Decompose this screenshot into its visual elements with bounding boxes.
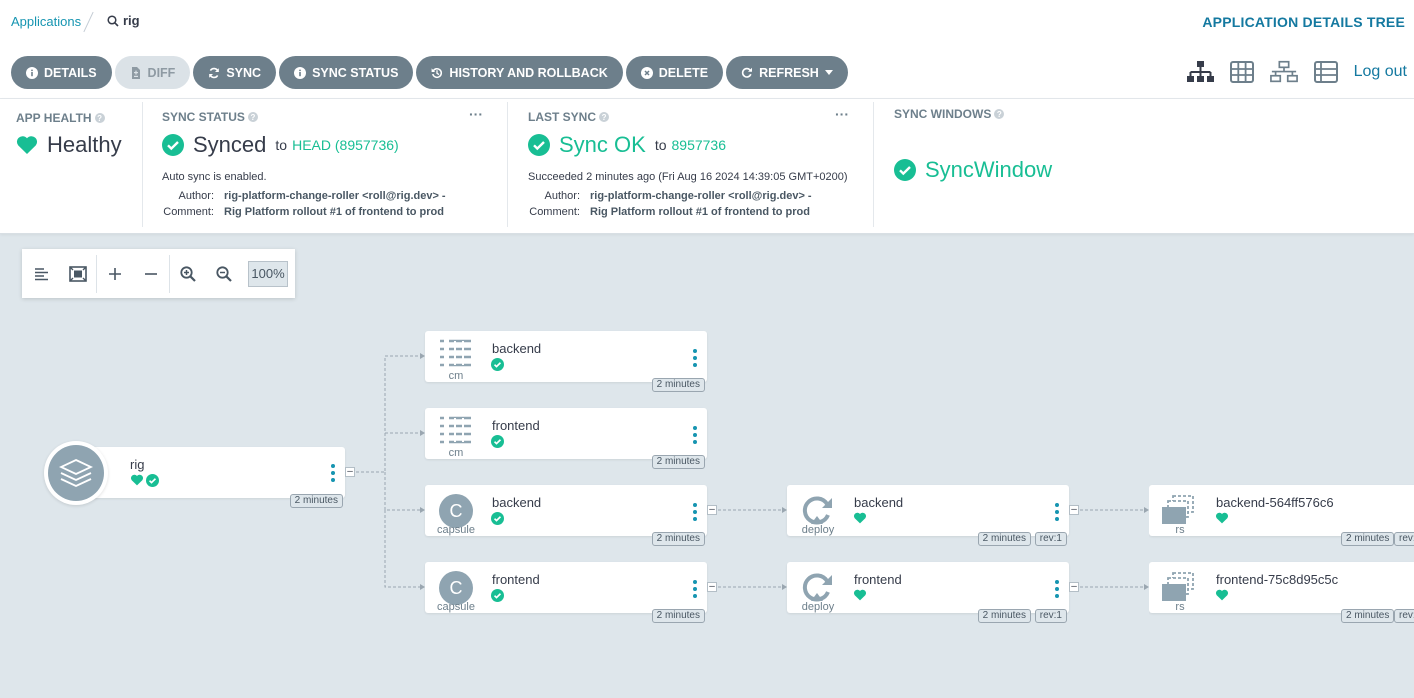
node-status-icons — [853, 512, 867, 524]
node-menu-icon[interactable] — [693, 503, 697, 524]
age-badge: 2 minutes — [977, 532, 1031, 546]
heart-icon — [853, 589, 867, 601]
application-icon — [44, 441, 108, 505]
configmap-icon — [439, 339, 473, 372]
revision-badge: rev:1 — [1394, 609, 1414, 623]
revision-badge: rev:1 — [1034, 609, 1067, 623]
node-status-icons — [491, 435, 504, 448]
node-rs-backend[interactable]: rs backend-564ff576c6 2 minutes rev:1 — [1149, 485, 1414, 546]
heart-icon — [130, 474, 144, 486]
node-status-icons — [491, 589, 504, 602]
node-name: backend-564ff576c6 — [1216, 495, 1334, 510]
age-badge: 2 minutes — [651, 532, 705, 546]
collapse-toggle[interactable]: – — [707, 582, 717, 592]
capsule-icon: C — [439, 571, 473, 605]
node-name: frontend — [492, 418, 540, 433]
age-badge: 2 minutes — [1341, 532, 1395, 546]
node-status-icons — [130, 474, 159, 487]
capsule-icon: C — [439, 494, 473, 528]
node-kind: deploy — [801, 601, 835, 613]
rs-node-clip: rs backend-564ff576c6 2 minutes rev:1 rs… — [1149, 480, 1414, 630]
node-name: frontend — [492, 572, 540, 587]
node-menu-icon[interactable] — [1055, 503, 1059, 524]
collapse-toggle[interactable]: – — [1069, 582, 1079, 592]
node-capsule-frontend[interactable]: C capsule frontend 2 minutes — [425, 562, 707, 623]
age-badge: 2 minutes — [1341, 609, 1395, 623]
age-badge: 2 minutes — [289, 494, 343, 508]
age-badge: 2 minutes — [651, 455, 705, 469]
node-menu-icon[interactable] — [331, 464, 335, 485]
node-kind: deploy — [801, 524, 835, 536]
node-cm-backend[interactable]: cm backend 2 minutes — [425, 331, 707, 392]
heart-icon — [1215, 589, 1229, 601]
node-name: backend — [854, 495, 904, 510]
node-status-icons — [1215, 512, 1229, 524]
heart-icon — [853, 512, 867, 524]
node-cm-frontend[interactable]: cm frontend 2 minutes — [425, 408, 707, 469]
node-kind: capsule — [437, 524, 475, 536]
node-name: frontend-75c8d95c5c — [1216, 572, 1339, 587]
revision-badge: rev:1 — [1394, 532, 1414, 546]
check-circle-icon — [491, 358, 504, 371]
configmap-icon — [439, 416, 473, 449]
check-circle-icon — [146, 474, 159, 487]
node-menu-icon[interactable] — [693, 349, 697, 370]
age-badge: 2 minutes — [651, 609, 705, 623]
node-deploy-backend[interactable]: deploy backend 2 minutes rev:1 — [787, 485, 1069, 546]
revision-badge: rev:1 — [1034, 532, 1067, 546]
node-name: frontend — [854, 572, 902, 587]
node-kind: rs — [1175, 601, 1185, 613]
node-capsule-backend[interactable]: C capsule backend 2 minutes — [425, 485, 707, 546]
node-kind: capsule — [437, 601, 475, 613]
age-badge: 2 minutes — [651, 378, 705, 392]
node-kind: cm — [448, 447, 464, 459]
check-circle-icon — [491, 512, 504, 525]
node-name: backend — [492, 495, 542, 510]
node-menu-icon[interactable] — [1055, 580, 1059, 601]
node-status-icons — [491, 512, 504, 525]
collapse-toggle[interactable]: – — [707, 505, 717, 515]
node-kind: rs — [1175, 524, 1185, 536]
check-circle-icon — [491, 589, 504, 602]
heart-icon — [1215, 512, 1229, 524]
node-status-icons — [1215, 589, 1229, 601]
layers-icon — [59, 459, 93, 487]
node-status-icons — [853, 589, 867, 601]
check-circle-icon — [491, 435, 504, 448]
node-name: backend — [492, 341, 542, 356]
age-badge: 2 minutes — [977, 609, 1031, 623]
collapse-toggle[interactable]: – — [345, 467, 355, 477]
node-deploy-frontend[interactable]: deploy frontend 2 minutes rev:1 — [787, 562, 1069, 623]
node-kind: cm — [448, 370, 464, 382]
node-menu-icon[interactable] — [693, 426, 697, 447]
node-rs-frontend[interactable]: rs frontend-75c8d95c5c 2 minutes rev:1 — [1149, 562, 1414, 623]
node-menu-icon[interactable] — [693, 580, 697, 601]
node-status-icons — [491, 358, 504, 371]
collapse-toggle[interactable]: – — [1069, 505, 1079, 515]
node-name: rig — [130, 457, 145, 472]
